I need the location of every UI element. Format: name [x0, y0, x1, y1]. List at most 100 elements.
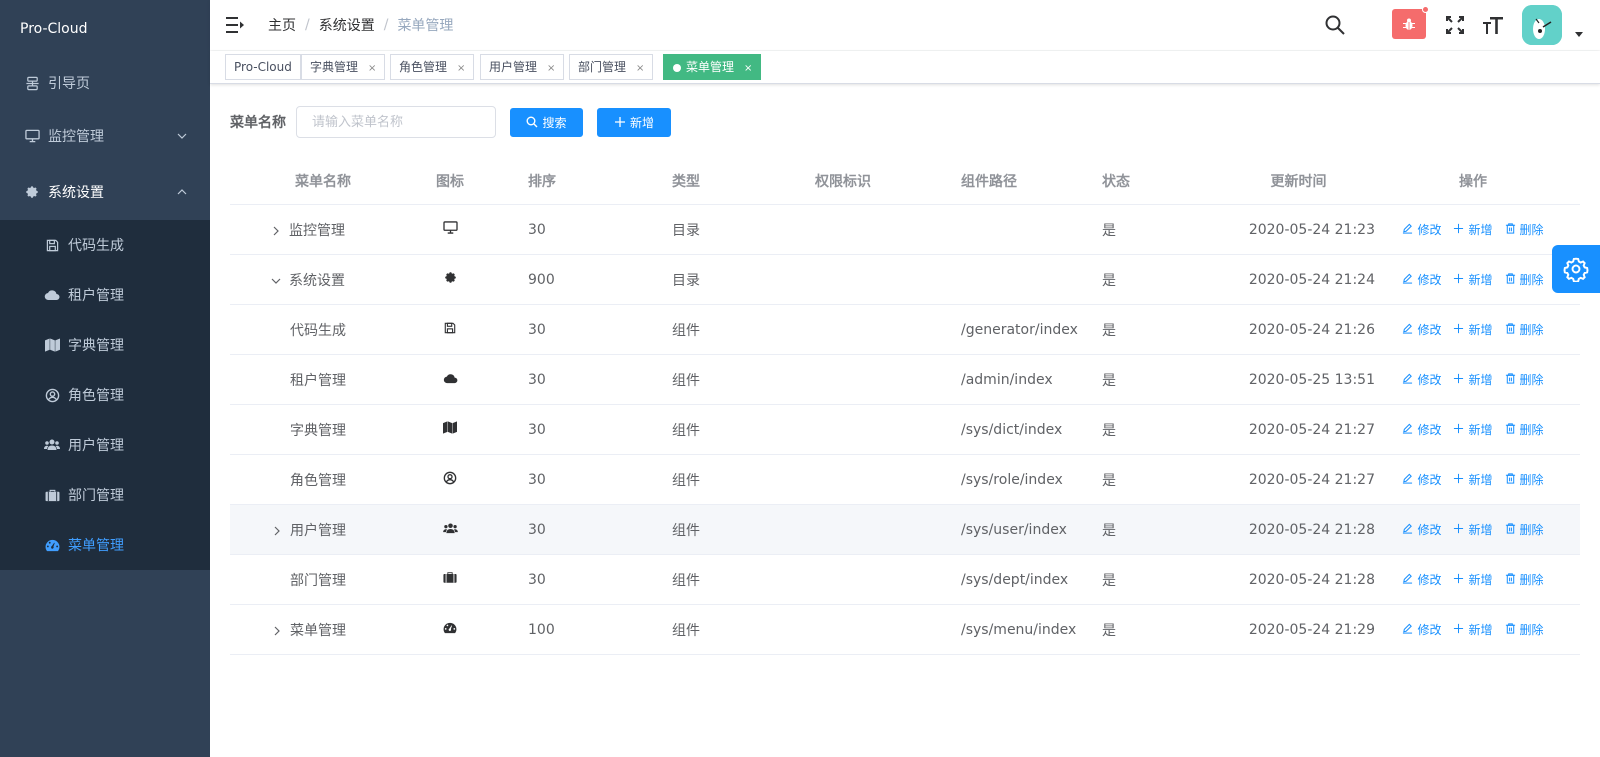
- dashboard-icon: [443, 622, 457, 638]
- delete-button[interactable]: 删除: [1505, 571, 1544, 588]
- edit-button[interactable]: 修改: [1402, 521, 1441, 538]
- edit-button[interactable]: 修改: [1402, 271, 1441, 288]
- cell-path: /admin/index: [961, 371, 1053, 388]
- sidebar-item-label: 部门管理: [68, 488, 124, 504]
- add-child-button[interactable]: 新增: [1453, 571, 1493, 588]
- search-button[interactable]: 搜索: [510, 107, 583, 137]
- chevron-down-icon[interactable]: [269, 273, 283, 289]
- sidebar-item-user[interactable]: 用户管理: [0, 420, 210, 470]
- menu-name: 租户管理: [290, 372, 346, 389]
- breadcrumb-system[interactable]: 系统设置: [319, 15, 375, 35]
- add-child-button[interactable]: 新增: [1453, 521, 1493, 538]
- menu-name: 代码生成: [290, 322, 346, 339]
- table-row[interactable]: 监控管理 30 目录 是 2020-05-24 21:23 修改 新增 删除: [230, 205, 1580, 255]
- fullscreen-icon[interactable]: [1444, 14, 1466, 36]
- close-icon[interactable]: ×: [744, 63, 752, 74]
- tag-role[interactable]: 角色管理 ×: [390, 54, 475, 80]
- header-name: 菜单名称: [295, 173, 351, 190]
- app-logo[interactable]: Pro-Cloud: [0, 0, 210, 58]
- table-row[interactable]: 用户管理 30 组件/sys/user/index 是 2020-05-24 21:28…: [230, 505, 1580, 555]
- sidebar-item-menu[interactable]: 菜单管理: [0, 520, 210, 570]
- search-icon[interactable]: [1324, 14, 1346, 36]
- plus-icon: [614, 117, 625, 127]
- table-row[interactable]: 代码生成 30 组件/generator/index 是 2020-05-24 21:2…: [230, 305, 1580, 355]
- delete-label: 删除: [1519, 273, 1544, 287]
- delete-button[interactable]: 删除: [1505, 221, 1544, 238]
- table-row[interactable]: 部门管理 30 组件/sys/dept/index 是 2020-05-24 21:28…: [230, 555, 1580, 605]
- delete-button[interactable]: 删除: [1505, 471, 1544, 488]
- add-label: 新增: [1468, 273, 1493, 287]
- sidebar-item-dept[interactable]: 部门管理: [0, 470, 210, 520]
- add-child-button[interactable]: 新增: [1453, 421, 1493, 438]
- sidebar-item-monitor[interactable]: 监控管理: [0, 108, 210, 164]
- delete-button[interactable]: 删除: [1505, 621, 1544, 638]
- cell-status: 是: [1102, 272, 1116, 289]
- settings-button[interactable]: [1552, 245, 1600, 293]
- sidebar-item-label: 引导页: [48, 76, 90, 92]
- breadcrumb-home[interactable]: 主页: [268, 15, 296, 35]
- avatar[interactable]: [1522, 5, 1562, 45]
- delete-button[interactable]: 删除: [1505, 521, 1544, 538]
- add-child-button[interactable]: 新增: [1453, 221, 1493, 238]
- sidebar-item-codegen[interactable]: 代码生成: [0, 220, 210, 270]
- sidebar-submenu-system: 代码生成 租户管理 字典管理 角色管理 用户管理 部门管理 菜单管理: [0, 220, 210, 570]
- menu-name-input[interactable]: [296, 106, 496, 138]
- cell-path: /sys/dept/index: [961, 571, 1069, 588]
- add-child-button[interactable]: 新增: [1453, 271, 1493, 288]
- close-icon[interactable]: ×: [547, 63, 555, 74]
- table-row[interactable]: 角色管理 30 组件/sys/role/index 是 2020-05-24 21:27…: [230, 455, 1580, 505]
- close-icon[interactable]: ×: [636, 63, 644, 74]
- close-icon[interactable]: ×: [368, 63, 376, 74]
- close-icon[interactable]: ×: [457, 63, 465, 74]
- header-perm: 权限标识: [815, 173, 871, 190]
- edit-button[interactable]: 修改: [1402, 421, 1441, 438]
- delete-button[interactable]: 删除: [1505, 371, 1544, 388]
- edit-button[interactable]: 修改: [1402, 221, 1441, 238]
- edit-button[interactable]: 修改: [1402, 571, 1441, 588]
- tag-dict[interactable]: 字典管理 ×: [301, 54, 386, 80]
- edit-button[interactable]: 修改: [1402, 621, 1441, 638]
- cell-icon: [416, 622, 484, 638]
- chevron-right-icon[interactable]: [269, 223, 283, 239]
- add-child-button[interactable]: 新增: [1453, 371, 1493, 388]
- edit-icon: [1402, 373, 1417, 387]
- hamburger-icon[interactable]: [226, 16, 244, 34]
- add-button[interactable]: 新增: [597, 107, 671, 137]
- monitor-icon: [24, 128, 40, 144]
- error-log-button[interactable]: [1392, 6, 1429, 39]
- add-child-button[interactable]: 新增: [1453, 321, 1493, 338]
- font-size-icon[interactable]: [1482, 14, 1504, 36]
- table-row[interactable]: 菜单管理 100 组件/sys/menu/index 是 2020-05-24 21:2…: [230, 605, 1580, 655]
- edit-button[interactable]: 修改: [1402, 471, 1441, 488]
- tag-home[interactable]: Pro-Cloud: [225, 54, 301, 80]
- tag-dept[interactable]: 部门管理 ×: [569, 54, 654, 80]
- table-row[interactable]: 字典管理 30 组件/sys/dict/index 是 2020-05-24 21:27…: [230, 405, 1580, 455]
- cell-icon: [416, 372, 484, 388]
- edit-button[interactable]: 修改: [1402, 371, 1441, 388]
- sidebar-item-guide[interactable]: 引导页: [0, 58, 210, 108]
- tags-view: Pro-Cloud 字典管理 × 角色管理 × 用户管理 × 部门管理 × 菜单管理 ×: [210, 51, 1600, 84]
- chevron-right-icon[interactable]: [270, 523, 284, 539]
- table-row[interactable]: 租户管理 30 组件/admin/index 是 2020-05-25 13:51 修改 新…: [230, 355, 1580, 405]
- add-child-button[interactable]: 新增: [1453, 471, 1493, 488]
- trash-icon: [1505, 272, 1520, 287]
- tag-user[interactable]: 用户管理 ×: [480, 54, 565, 80]
- caret-down-icon[interactable]: [1575, 32, 1583, 37]
- tag-label: 角色管理: [399, 60, 448, 74]
- sidebar-item-label: 租户管理: [68, 288, 124, 304]
- delete-button[interactable]: 删除: [1505, 271, 1544, 288]
- delete-button[interactable]: 删除: [1505, 321, 1544, 338]
- sidebar-item-tenant[interactable]: 租户管理: [0, 270, 210, 320]
- tag-menu[interactable]: 菜单管理 ×: [663, 54, 762, 80]
- cell-sort: 30: [528, 371, 546, 388]
- delete-button[interactable]: 删除: [1505, 421, 1544, 438]
- chevron-right-icon[interactable]: [270, 623, 284, 639]
- table-row[interactable]: 系统设置 900 目录 是 2020-05-24 21:24 修改 新增 删除: [230, 255, 1580, 305]
- sidebar-item-system[interactable]: 系统设置: [0, 164, 210, 220]
- header-time: 更新时间: [1270, 173, 1327, 190]
- edit-button[interactable]: 修改: [1402, 321, 1441, 338]
- sidebar-item-dict[interactable]: 字典管理: [0, 320, 210, 370]
- sidebar-item-role[interactable]: 角色管理: [0, 370, 210, 420]
- cell-name: 代码生成: [230, 320, 416, 340]
- add-child-button[interactable]: 新增: [1453, 621, 1493, 638]
